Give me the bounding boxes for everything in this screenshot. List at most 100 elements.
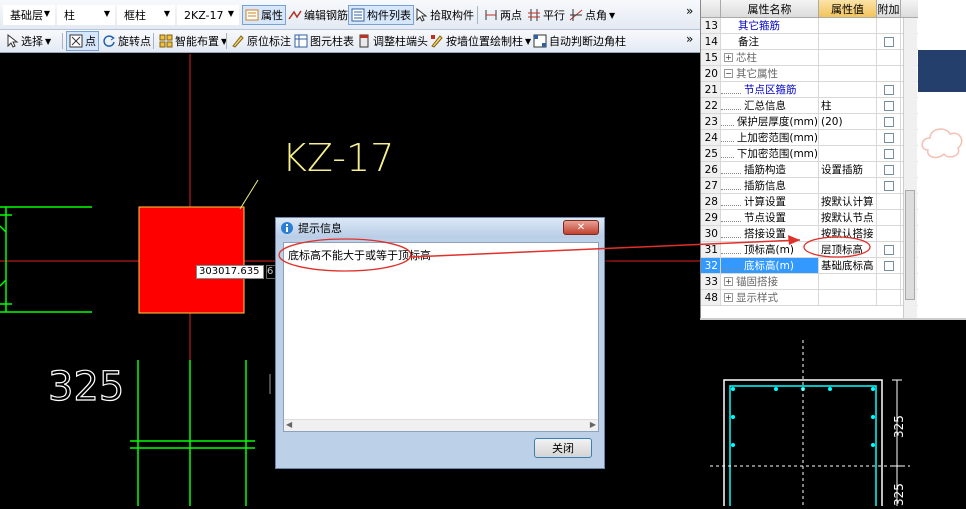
- rotate-point-button[interactable]: 旋转点: [100, 31, 153, 51]
- draw-by-wall-button[interactable]: 按墙位置绘制柱 ▼: [428, 31, 533, 51]
- subtype-select[interactable]: 框柱 ▼: [117, 5, 175, 25]
- attach-checkbox[interactable]: [883, 148, 894, 159]
- member-list-button[interactable]: 构件列表: [348, 5, 414, 25]
- property-row[interactable]: 28 计算设置 按默认计算: [701, 194, 918, 210]
- expand-icon[interactable]: +: [724, 53, 733, 62]
- property-value-cell[interactable]: [819, 274, 877, 289]
- column-kz17[interactable]: [138, 206, 245, 314]
- property-row[interactable]: 21 节点区箍筋: [701, 82, 918, 98]
- property-value-cell[interactable]: [819, 66, 877, 81]
- property-value-cell[interactable]: [819, 82, 877, 97]
- property-value-cell[interactable]: [819, 50, 877, 65]
- smart-layout-button[interactable]: 智能布置 ▼: [157, 31, 229, 51]
- attach-checkbox[interactable]: [883, 36, 894, 47]
- property-value-cell[interactable]: 基础底标高: [819, 258, 877, 273]
- property-value-cell[interactable]: [819, 178, 877, 193]
- expand-icon[interactable]: +: [724, 293, 733, 302]
- property-value-cell[interactable]: [819, 130, 877, 145]
- property-value-cell[interactable]: [819, 290, 877, 305]
- attach-checkbox[interactable]: [883, 260, 894, 271]
- property-row[interactable]: 48 + 显示样式: [701, 290, 918, 306]
- property-row[interactable]: 32 底标高(m) 基础底标高: [701, 258, 918, 274]
- property-row[interactable]: 20− 其它属性: [701, 66, 918, 82]
- property-row[interactable]: 14 备注: [701, 34, 918, 50]
- property-row[interactable]: 31 顶标高(m) 层顶标高: [701, 242, 918, 258]
- point-button[interactable]: 点: [66, 31, 99, 51]
- property-value-cell[interactable]: 按默认节点: [819, 210, 877, 225]
- attach-checkbox[interactable]: [883, 244, 894, 255]
- property-row-index: 33: [701, 274, 721, 289]
- property-row[interactable]: 13 其它箍筋: [701, 18, 918, 34]
- property-name: 插筋信息: [744, 180, 786, 192]
- expand-icon[interactable]: +: [724, 277, 733, 286]
- property-row[interactable]: 23 保护层厚度(mm) (20): [701, 114, 918, 130]
- attach-checkbox[interactable]: [883, 100, 894, 111]
- property-row[interactable]: 33 + 锚固搭接: [701, 274, 918, 290]
- select-button[interactable]: 选择 ▼: [3, 31, 53, 51]
- property-value-cell[interactable]: [819, 34, 877, 49]
- property-row[interactable]: 24 上加密范围(mm): [701, 130, 918, 146]
- property-value-cell[interactable]: [819, 18, 877, 33]
- scroll-left-icon[interactable]: ◀: [286, 420, 292, 429]
- scroll-right-icon[interactable]: ▶: [590, 420, 596, 429]
- property-value-cell[interactable]: 柱: [819, 98, 877, 113]
- toolbar-overflow-button[interactable]: »: [686, 32, 693, 46]
- chevron-down-icon: ▼: [227, 9, 234, 18]
- point-angle-button[interactable]: 点角 ▼: [567, 5, 617, 25]
- edit-rebar-button[interactable]: 编辑钢筋: [286, 5, 350, 25]
- parallel-button[interactable]: 平行: [525, 5, 567, 25]
- property-value-cell[interactable]: 按默认计算: [819, 194, 877, 209]
- attach-checkbox[interactable]: [883, 164, 894, 175]
- point-angle-icon: [569, 9, 583, 21]
- attach-checkbox[interactable]: [883, 180, 894, 191]
- property-row-index: 24: [701, 130, 721, 145]
- section-preview: 325 325: [700, 318, 966, 509]
- origin-annotate-button[interactable]: 原位标注: [229, 31, 293, 51]
- floor-select[interactable]: 基础层 ▼: [3, 5, 55, 25]
- top-toolbar: 基础层 ▼ 柱 ▼ 框柱 ▼ 2KZ-17 ▼ 属性 编辑钢筋 构件列表 拾取构件 两点…: [0, 0, 700, 30]
- element-table-button[interactable]: 图元柱表: [292, 31, 356, 51]
- dialog-horizontal-scrollbar[interactable]: ◀ ▶: [284, 419, 598, 431]
- property-row-index: 15: [701, 50, 721, 65]
- property-value-cell[interactable]: 按默认搭接: [819, 226, 877, 241]
- member-select[interactable]: 2KZ-17 ▼: [177, 5, 239, 25]
- property-row[interactable]: 25 下加密范围(mm): [701, 146, 918, 162]
- property-row[interactable]: 22 汇总信息 柱: [701, 98, 918, 114]
- attach-checkbox[interactable]: [883, 132, 894, 143]
- two-points-button[interactable]: 两点: [482, 5, 524, 25]
- type-select[interactable]: 柱 ▼: [57, 5, 115, 25]
- adjust-column-end-button[interactable]: 调整柱端头: [355, 31, 430, 51]
- property-row-index: 27: [701, 178, 721, 193]
- pick-member-button[interactable]: 拾取构件: [412, 5, 476, 25]
- property-value-cell[interactable]: (20): [819, 114, 877, 129]
- preview-dim-top: 325: [892, 415, 906, 438]
- property-value-cell[interactable]: [819, 146, 877, 161]
- property-row[interactable]: 15 + 芯柱: [701, 50, 918, 66]
- attach-checkbox[interactable]: [883, 116, 894, 127]
- coordinate-input[interactable]: 303017.635: [196, 265, 264, 279]
- property-row[interactable]: 26 插筋构造 设置插筋: [701, 162, 918, 178]
- property-name: 上加密范围(mm): [736, 132, 818, 144]
- property-value-cell[interactable]: 层顶标高: [819, 242, 877, 257]
- auto-corner-button[interactable]: 自动判断边角柱: [531, 31, 628, 51]
- cursor-icon: [416, 8, 428, 22]
- property-row[interactable]: 27 插筋信息: [701, 178, 918, 194]
- property-name-cell: 汇总信息: [721, 98, 819, 113]
- property-value-cell[interactable]: 设置插筋: [819, 162, 877, 177]
- property-row-index: 20: [701, 66, 721, 81]
- property-row[interactable]: 30 搭接设置 按默认搭接: [701, 226, 918, 242]
- collapse-icon[interactable]: −: [724, 69, 733, 78]
- property-row-index: 30: [701, 226, 721, 241]
- info-icon: [281, 222, 293, 234]
- attach-checkbox[interactable]: [883, 84, 894, 95]
- dialog-titlebar[interactable]: 提示信息: [276, 218, 604, 238]
- property-scrollbar-thumb[interactable]: [905, 190, 915, 300]
- dialog-close-x-button[interactable]: ✕: [563, 220, 599, 235]
- toolbar-overflow-button[interactable]: »: [686, 4, 693, 18]
- dialog-message: 底标高不能大于或等于顶标高: [288, 249, 431, 262]
- property-button[interactable]: 属性: [242, 5, 286, 25]
- property-row[interactable]: 29 节点设置 按默认节点: [701, 210, 918, 226]
- tree-connector: [721, 198, 741, 206]
- tree-connector: [721, 230, 741, 238]
- dialog-close-button[interactable]: 关闭: [534, 438, 592, 458]
